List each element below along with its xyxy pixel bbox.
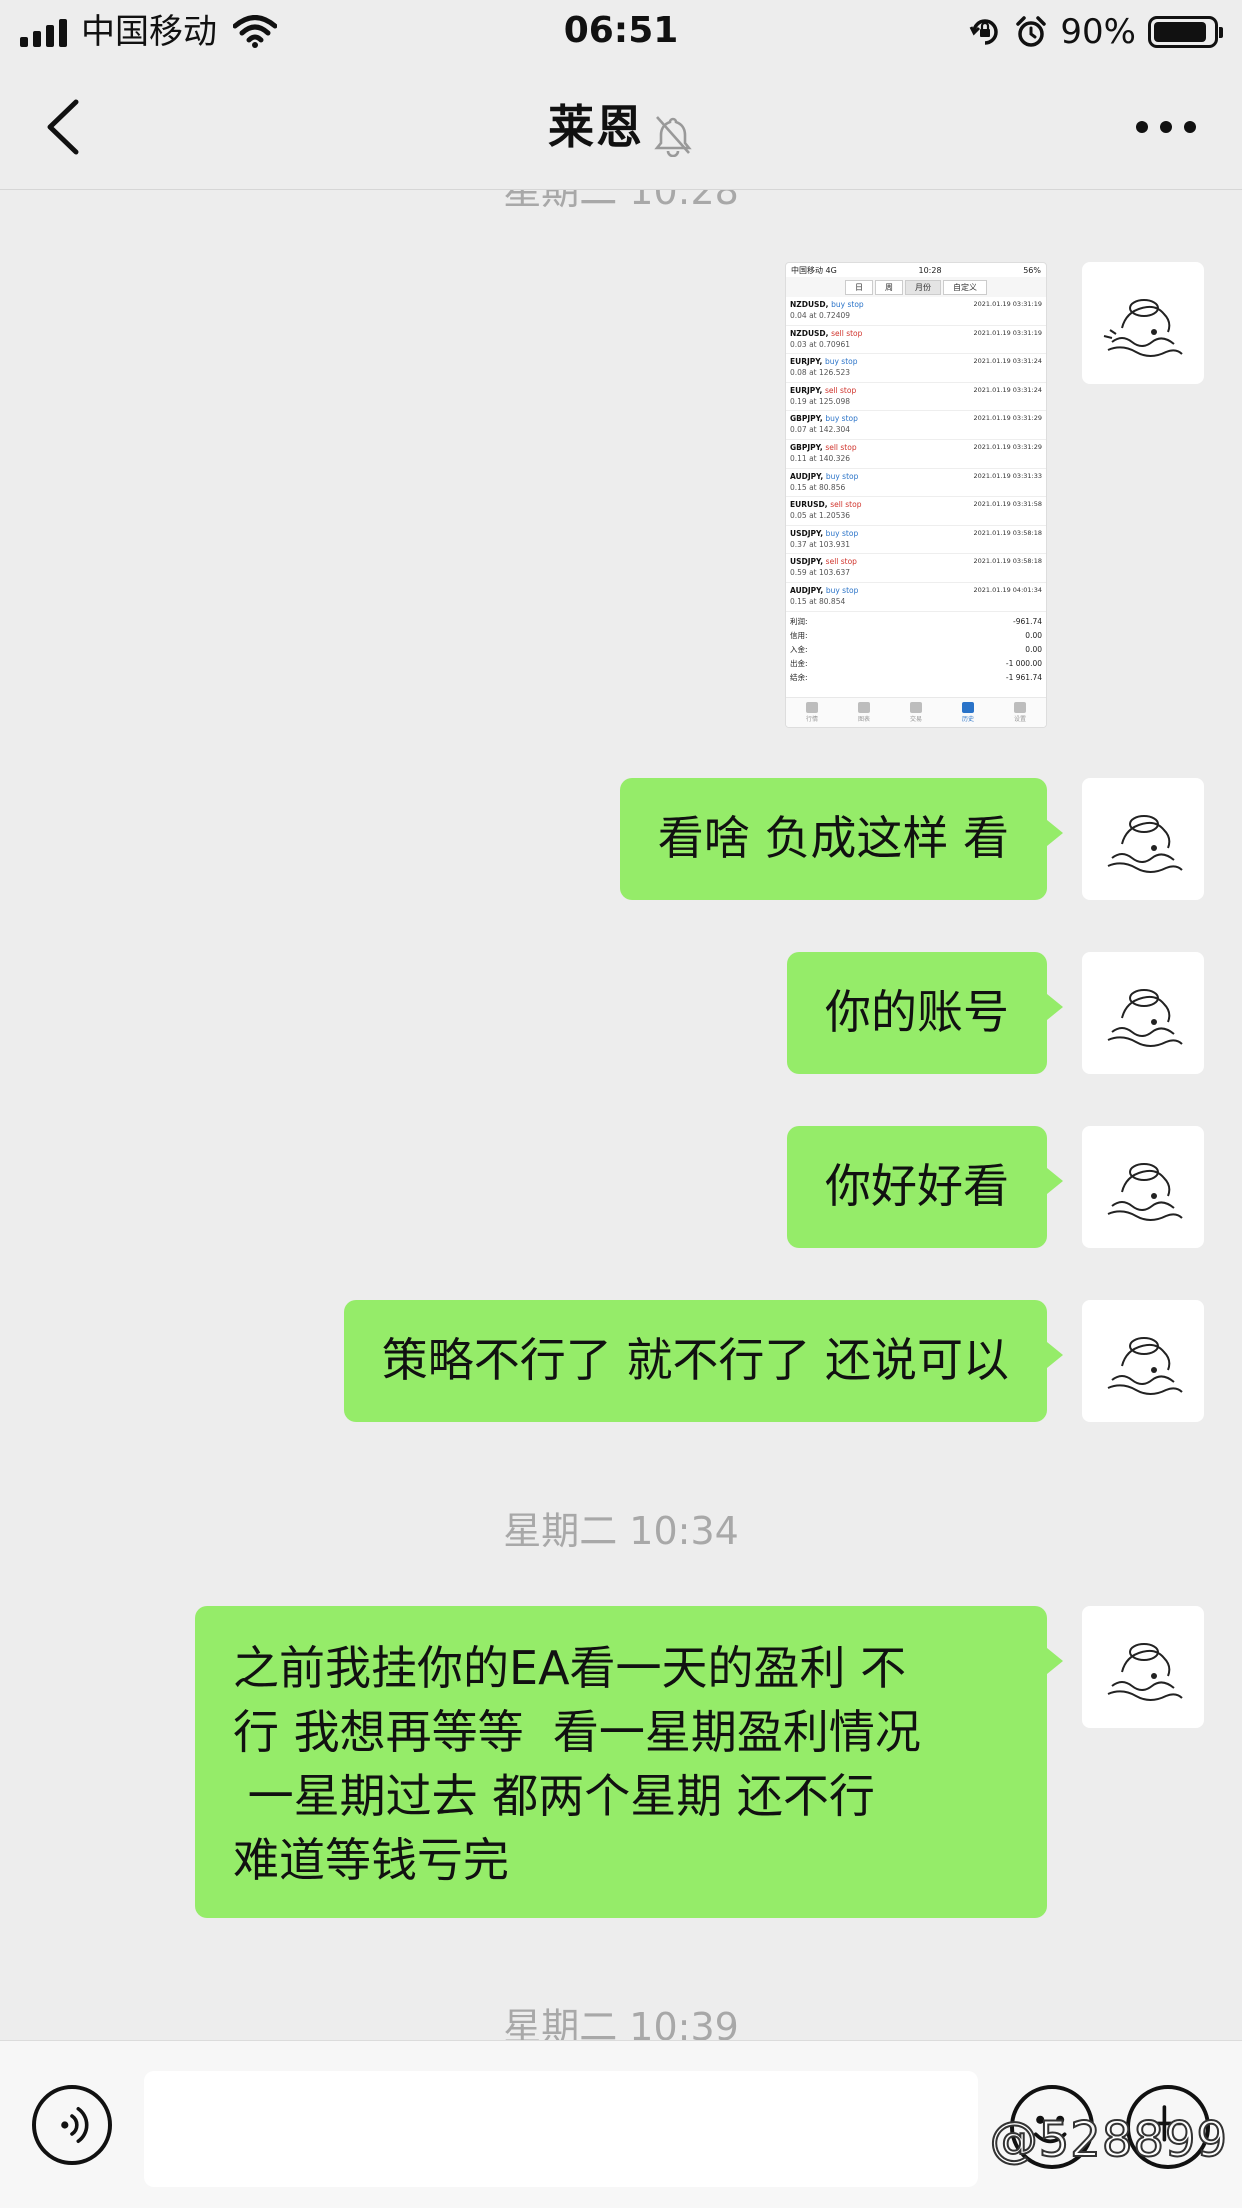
more-button[interactable] [1136,112,1196,142]
order-row: EURJPY, sell stop 0.19 at 125.098 2021.01.… [786,383,1046,412]
message-bubble[interactable]: 看啥 负成这样 看 [619,778,1064,900]
segment-day: 日 [845,279,873,295]
snoopy-avatar-icon [1107,1643,1183,1701]
image-tab-chart: 图表 [857,702,870,723]
image-tab-trade: 交易 [909,702,922,723]
status-bar: 中国移动 06:51 90% [0,0,1242,64]
snoopy-avatar-icon [1107,815,1183,873]
image-order-list: NZDUSD, buy stop 0.04 at 0.72409 2021.01.1… [786,297,1046,612]
snoopy-avatar-icon [1103,299,1183,357]
message-input[interactable] [144,2071,978,2187]
snoopy-avatar-icon [1107,1337,1183,1395]
message-bubble[interactable]: 你好好看 [787,1126,1063,1248]
chat-title: 莱恩 [548,100,644,154]
avatar[interactable] [1082,952,1204,1074]
order-row: EURUSD, sell stop 0.05 at 1.20536 2021.01.… [786,497,1046,526]
summary-row: 出金: -1 000.00 [790,658,1042,668]
order-row: NZDUSD, buy stop 0.04 at 0.72409 2021.01.1… [786,297,1046,326]
image-summary: 利润: -961.74 信用: 0.00 入金: 0.00 出金: -1 000.00 … [786,612,1046,688]
image-segment-control: 日 周 月份 自定义 [786,277,1046,297]
image-carrier: 中国移动 4G [791,265,837,275]
snoopy-avatar-icon [1107,989,1183,1047]
snoopy-avatar-icon [1107,1163,1183,1221]
avatar[interactable] [1082,1300,1204,1422]
order-row: EURJPY, buy stop 0.08 at 126.523 2021.01.1… [786,354,1046,383]
orientation-lock-icon [970,19,999,45]
image-message[interactable]: 中国移动 4G 10:28 56% 日 周 月份 自定义 NZDUSD, buy… [785,262,1047,728]
message-bubble[interactable]: 你的账号 [787,952,1063,1074]
message-bubble-long[interactable]: 之前我挂你的EA看一天的盈利 不 行 我想再等等 看一星期盈利情况 一星期过去 … [195,1606,1063,1918]
chat-header: 莱恩 [0,64,1242,190]
image-tab-bar: 行情 图表 交易 历史 设置 [786,697,1046,727]
timestamp: 星期二 10:28 [503,190,739,213]
image-tab-settings: 设置 [1013,702,1026,723]
timestamp: 星期二 10:34 [503,1509,739,1553]
summary-row: 利润: -961.74 [790,616,1042,626]
image-tab-quotes: 行情 [805,702,818,723]
segment-month: 月份 [905,279,941,295]
summary-row: 信用: 0.00 [790,630,1042,640]
watermark: @528899 [989,2111,1228,2169]
image-status-bar: 中国移动 4G 10:28 56% [786,263,1046,277]
segment-week: 周 [875,279,903,295]
timestamp: 星期二 10:39 [503,2005,739,2040]
summary-row: 入金: 0.00 [790,644,1042,654]
image-time: 10:28 [918,265,942,275]
battery-icon [1148,16,1223,48]
chat-area[interactable]: 星期二 10:28 中国移动 4G 10:28 56% 日 周 月份 自定义 N… [0,190,1242,2040]
battery-level [1154,22,1207,42]
alarm-icon [1016,16,1047,47]
order-row: GBPJPY, sell stop 0.11 at 140.326 2021.01.… [786,440,1046,469]
order-row: USDJPY, buy stop 0.37 at 103.931 2021.01.1… [786,526,1046,555]
avatar[interactable] [1082,1606,1204,1728]
avatar[interactable] [1082,778,1204,900]
summary-row: 结余: -1 961.74 [790,672,1042,682]
battery-percent: 90% [1060,12,1136,52]
image-battery: 56% [1023,265,1041,275]
segment-custom: 自定义 [943,279,987,295]
voice-button[interactable] [32,2085,112,2165]
order-row: USDJPY, sell stop 0.59 at 103.637 2021.01.… [786,554,1046,583]
message-bubble[interactable]: 策略不行了 就不行了 还说可以 [343,1300,1064,1422]
avatar[interactable] [1082,1126,1204,1248]
order-row: AUDJPY, buy stop 0.15 at 80.856 2021.01.19… [786,469,1046,498]
image-tab-history: 历史 [961,702,974,723]
order-row: AUDJPY, buy stop 0.15 at 80.854 2021.01.19… [786,583,1046,612]
order-row: NZDUSD, sell stop 0.03 at 0.70961 2021.01.… [786,326,1046,355]
order-row: GBPJPY, buy stop 0.07 at 142.304 2021.01.1… [786,411,1046,440]
mute-bell-icon [654,115,692,157]
avatar[interactable] [1082,262,1204,384]
